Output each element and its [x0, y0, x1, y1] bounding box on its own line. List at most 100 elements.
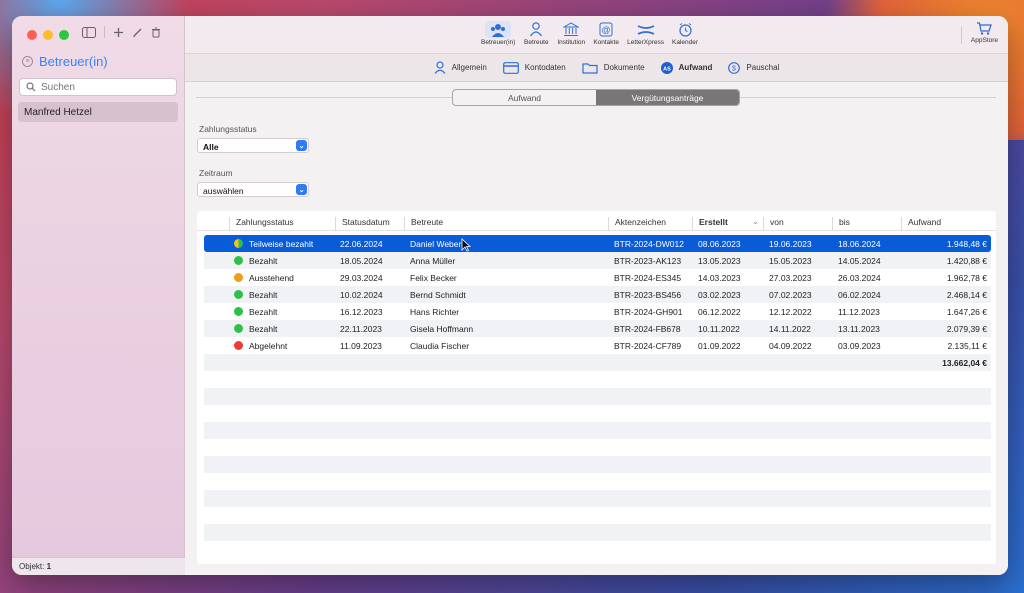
sidebar-title-label: Betreuer(in) [39, 54, 108, 69]
cell-von: 12.12.2022 [769, 307, 812, 317]
person-group-icon [485, 21, 512, 38]
empty-row [204, 490, 991, 507]
zeitraum-label: Zeitraum [199, 168, 233, 178]
table-row[interactable]: Bezahlt 22.11.2023 Gisela Hoffmann BTR-2024… [204, 320, 991, 337]
table-row[interactable]: Ausstehend 29.03.2024 Felix Becker BTR-2024… [204, 269, 991, 286]
add-icon[interactable] [113, 27, 124, 38]
cell-betreute: Hans Richter [410, 307, 460, 317]
toolbar-label: Kalender [672, 39, 699, 46]
tab-allgemein[interactable]: Allgemein [434, 61, 487, 74]
sidebar-title: ≡ Betreuer(in) [22, 54, 108, 69]
segment-verguetungsantraege[interactable]: Vergütungsanträge [596, 90, 739, 105]
tab-label: Kontodaten [524, 63, 566, 72]
cart-icon [977, 22, 993, 35]
chevron-down-icon: ⌄ [296, 184, 307, 195]
main-toolbar: Betreuer(in) Betreute Institution @ Kont… [185, 16, 1008, 54]
cell-betreute: Daniel Weber [410, 239, 462, 249]
table-row[interactable]: Teilweise bezahlt 22.06.2024 Daniel Weber B… [204, 235, 991, 252]
toolbar-label: Betreute [524, 39, 549, 46]
app-window: ≡ Betreuer(in) Suchen Manfred Hetzel Obj… [12, 16, 1008, 575]
zeitraum-select[interactable]: auswählen ⌄ [197, 182, 309, 197]
cell-erstellt: 06.12.2022 [698, 307, 741, 317]
cell-aufwand: 1.647,26 € [946, 307, 987, 317]
cell-bis: 11.12.2023 [838, 307, 880, 317]
toolbar-betreute-button[interactable]: Betreute [521, 21, 551, 46]
cell-status: Bezahlt [249, 307, 278, 317]
cell-aktenzeichen: BTR-2023-BS456 [614, 290, 682, 300]
col-erstellt[interactable]: Erstellt ⌄ [692, 216, 763, 231]
appstore-button[interactable]: AppStore [971, 21, 998, 44]
table-row[interactable]: Bezahlt 10.02.2024 Bernd Schmidt BTR-2023-B… [204, 286, 991, 303]
cell-von: 15.05.2023 [769, 256, 812, 266]
col-betreute[interactable]: Betreute [404, 217, 443, 231]
sidebar: ≡ Betreuer(in) Suchen Manfred Hetzel Obj… [12, 16, 185, 575]
cell-statusdate: 29.03.2024 [340, 273, 383, 283]
col-aktenzeichen[interactable]: Aktenzeichen [608, 217, 666, 231]
person-icon [434, 61, 446, 74]
col-aufwand[interactable]: Aufwand [901, 217, 941, 231]
segmented-control: Aufwand Vergütungsanträge [452, 89, 740, 106]
search-input[interactable]: Suchen [19, 78, 177, 96]
toolbar-kontakte-button[interactable]: @ Kontakte [591, 21, 621, 46]
cell-von: 14.11.2022 [769, 324, 811, 334]
col-bis[interactable]: bis [832, 217, 850, 231]
empty-row [204, 524, 991, 541]
empty-row [204, 422, 991, 439]
table-header: Zahlungsstatus Statusdatum Betreute Akte… [197, 211, 996, 231]
segment-aufwand[interactable]: Aufwand [453, 90, 596, 105]
cell-bis: 03.09.2023 [838, 341, 881, 351]
tab-aufwand[interactable]: AS Aufwand [660, 61, 712, 74]
col-von[interactable]: von [763, 217, 784, 231]
toolbar-nav: Betreuer(in) Betreute Institution @ Kont… [479, 21, 700, 46]
trash-icon[interactable] [151, 27, 161, 38]
sidebar-toggle-icon[interactable] [82, 26, 96, 38]
cell-aufwand: 2.079,39 € [946, 324, 987, 334]
cell-betreute: Felix Becker [410, 273, 457, 283]
table-row[interactable]: Bezahlt 18.05.2024 Anna Müller BTR-2023-AK1… [204, 252, 991, 269]
cell-aktenzeichen: BTR-2024-FB678 [614, 324, 681, 334]
svg-text:@: @ [602, 25, 611, 35]
cell-aufwand: 1.962,78 € [946, 273, 987, 283]
cell-betreute: Gisela Hoffmann [410, 324, 474, 334]
cell-status: Bezahlt [249, 324, 278, 334]
edit-pencil-icon[interactable] [132, 27, 143, 38]
empty-row [204, 456, 991, 473]
mouse-pointer-icon [461, 238, 471, 252]
toolbar-label: Institution [557, 39, 586, 46]
toolbar-betreuer-button[interactable]: Betreuer(in) [479, 21, 517, 46]
toolbar-kalender-button[interactable]: Kalender [670, 21, 700, 46]
cell-statusdate: 18.05.2024 [340, 256, 383, 266]
close-window-button[interactable] [27, 30, 37, 40]
search-placeholder: Suchen [41, 81, 75, 93]
cell-erstellt: 03.02.2023 [698, 290, 741, 300]
at-contact-icon: @ [593, 21, 619, 38]
cell-statusdate: 22.06.2024 [340, 239, 383, 249]
zoom-window-button[interactable] [59, 30, 69, 40]
zahlungsstatus-select[interactable]: Alle ⌄ [197, 138, 309, 153]
filter-icon[interactable]: ≡ [22, 56, 33, 67]
col-erstellt-label: Erstellt [699, 217, 728, 227]
svg-text:$: $ [732, 65, 736, 72]
col-statusdatum[interactable]: Statusdatum [335, 217, 390, 231]
main-content: Betreuer(in) Betreute Institution @ Kont… [185, 16, 1008, 575]
tab-label: Allgemein [451, 63, 487, 72]
cell-von: 07.02.2023 [769, 290, 812, 300]
tab-label: Pauschal [746, 63, 780, 72]
total-aufwand: 13.662,04 € [942, 358, 987, 368]
toolbar-letterxpress-button[interactable]: LetterXpress [625, 21, 666, 46]
cell-statusdate: 16.12.2023 [340, 307, 383, 317]
minimize-window-button[interactable] [43, 30, 53, 40]
col-zahlungsstatus[interactable]: Zahlungsstatus [229, 217, 294, 231]
tab-pauschal[interactable]: $ Pauschal [728, 61, 780, 74]
sidebar-list-item[interactable]: Manfred Hetzel [18, 102, 178, 122]
toolbar-institution-button[interactable]: Institution [555, 21, 587, 46]
table-row[interactable]: Bezahlt 16.12.2023 Hans Richter BTR-2024-GH… [204, 303, 991, 320]
status-dot-icon [234, 239, 243, 248]
table-row[interactable]: Abgelehnt 11.09.2023 Claudia Fischer BTR-20… [204, 337, 991, 354]
object-count-value: 1 [46, 562, 52, 571]
tab-kontodaten[interactable]: Kontodaten [502, 61, 566, 74]
tab-dokumente[interactable]: Dokumente [582, 62, 645, 74]
svg-text:AS: AS [663, 66, 671, 72]
folder-icon [582, 62, 598, 74]
appstore-label: AppStore [970, 37, 998, 44]
